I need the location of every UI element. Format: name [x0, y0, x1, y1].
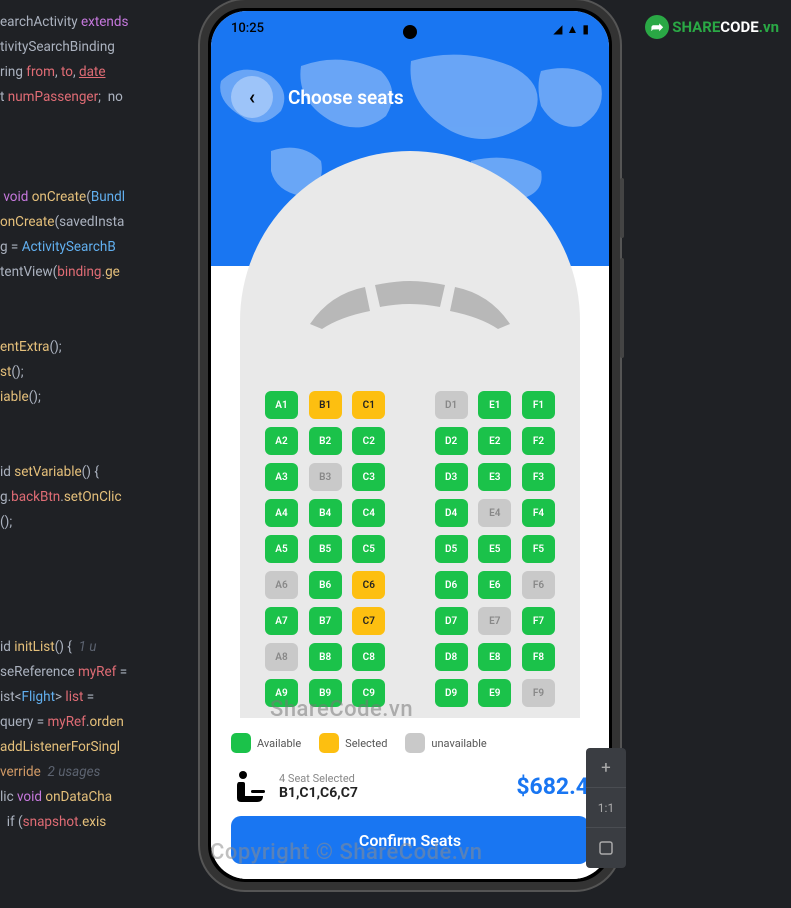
seat-row: A3 B3 C3 D3 E3 F3	[265, 463, 555, 491]
seat-A7[interactable]: A7	[265, 607, 298, 635]
phone-frame: 10:25 ◢ ▲ ▮ ‹	[200, 0, 620, 890]
seat-F9: F9	[522, 679, 555, 707]
seat-E1[interactable]: E1	[478, 391, 511, 419]
seat-D2[interactable]: D2	[435, 427, 468, 455]
seat-D7[interactable]: D7	[435, 607, 468, 635]
ratio-button[interactable]: 1:1	[586, 788, 626, 828]
seat-F6: F6	[522, 571, 555, 599]
seat-B8[interactable]: B8	[309, 643, 342, 671]
seat-A4[interactable]: A4	[265, 499, 298, 527]
legend-swatch-available	[231, 733, 251, 753]
signal-icon: ◢	[553, 22, 562, 36]
battery-icon: ▮	[582, 22, 589, 36]
seat-D6[interactable]: D6	[435, 571, 468, 599]
seat-B4[interactable]: B4	[309, 499, 342, 527]
seat-F2[interactable]: F2	[522, 427, 555, 455]
fit-button[interactable]	[586, 828, 626, 868]
status-time: 10:25	[231, 21, 264, 36]
seat-A3[interactable]: A3	[265, 463, 298, 491]
seat-row: A4 B4 C4 D4 E4 F4	[265, 499, 555, 527]
seat-E3[interactable]: E3	[478, 463, 511, 491]
page-title: Choose seats	[288, 86, 404, 109]
passenger-icon	[231, 768, 267, 804]
seat-E9[interactable]: E9	[478, 679, 511, 707]
seat-row: A8 B8 C8 D8 E8 F8	[265, 643, 555, 671]
camera-cutout	[403, 25, 417, 39]
seat-row: A5 B5 C5 D5 E5 F5	[265, 535, 555, 563]
seat-A5[interactable]: A5	[265, 535, 298, 563]
seat-C4[interactable]: C4	[352, 499, 385, 527]
seat-A6: A6	[265, 571, 298, 599]
seat-E5[interactable]: E5	[478, 535, 511, 563]
seat-F4[interactable]: F4	[522, 499, 555, 527]
seat-E6[interactable]: E6	[478, 571, 511, 599]
seat-C5[interactable]: C5	[352, 535, 385, 563]
seat-D3[interactable]: D3	[435, 463, 468, 491]
sharecode-logo: ➦ SHARECODE.vn	[645, 15, 779, 39]
seat-row: A6 B6 C6 D6 E6 F6	[265, 571, 555, 599]
code-editor-bg: earchActivity extends tivitySearchBindin…	[0, 0, 200, 908]
seat-E8[interactable]: E8	[478, 643, 511, 671]
selected-count: 4 Seat Selected	[279, 772, 358, 785]
legend-swatch-unavailable	[405, 733, 425, 753]
seat-F3[interactable]: F3	[522, 463, 555, 491]
seat-B5[interactable]: B5	[309, 535, 342, 563]
price-total: $682.4	[516, 773, 589, 800]
seat-E7: E7	[478, 607, 511, 635]
seat-C3[interactable]: C3	[352, 463, 385, 491]
seat-D8[interactable]: D8	[435, 643, 468, 671]
seat-B3: B3	[309, 463, 342, 491]
watermark-copyright: Copyright © ShareCode.vn	[210, 840, 483, 865]
emulator-tools: + 1:1	[586, 748, 626, 868]
seat-C6[interactable]: C6	[352, 571, 385, 599]
seat-A8: A8	[265, 643, 298, 671]
seat-F8[interactable]: F8	[522, 643, 555, 671]
seat-C7[interactable]: C7	[352, 607, 385, 635]
seat-F7[interactable]: F7	[522, 607, 555, 635]
legend: Available Selected unavailable	[231, 733, 589, 753]
seat-E4: E4	[478, 499, 511, 527]
seat-A1[interactable]: A1	[265, 391, 298, 419]
selected-seats: B1,C1,C6,C7	[279, 785, 358, 801]
seat-C8[interactable]: C8	[352, 643, 385, 671]
seat-row: A1 B1 C1 D1 E1 F1	[265, 391, 555, 419]
back-button[interactable]: ‹	[231, 76, 273, 118]
share-arrow-icon: ➦	[645, 15, 669, 39]
seat-C2[interactable]: C2	[352, 427, 385, 455]
cockpit-icon	[290, 269, 530, 339]
zoom-in-button[interactable]: +	[586, 748, 626, 788]
seat-A2[interactable]: A2	[265, 427, 298, 455]
plane-area: A1 B1 C1 D1 E1 F1 A2 B2 C2 D2 E2 F2 A3 B3 C3 D3 E3 F3 A4 B4…	[211, 151, 609, 679]
seat-C1[interactable]: C1	[352, 391, 385, 419]
wifi-icon: ▲	[567, 22, 579, 36]
status-icons: ◢ ▲ ▮	[553, 22, 589, 36]
seat-B1[interactable]: B1	[309, 391, 342, 419]
seat-F5[interactable]: F5	[522, 535, 555, 563]
seat-B2[interactable]: B2	[309, 427, 342, 455]
seat-row: A2 B2 C2 D2 E2 F2	[265, 427, 555, 455]
seat-D9[interactable]: D9	[435, 679, 468, 707]
seat-row: A7 B7 C7 D7 E7 F7	[265, 607, 555, 635]
seats-grid: A1 B1 C1 D1 E1 F1 A2 B2 C2 D2 E2 F2 A3 B3 C3 D3 E3 F3 A4 B4…	[265, 391, 555, 707]
seat-D5[interactable]: D5	[435, 535, 468, 563]
seat-B7[interactable]: B7	[309, 607, 342, 635]
legend-swatch-selected	[319, 733, 339, 753]
seat-E2[interactable]: E2	[478, 427, 511, 455]
watermark: ShareCode.vn	[270, 697, 413, 722]
chevron-left-icon: ‹	[249, 85, 255, 109]
seat-B6[interactable]: B6	[309, 571, 342, 599]
seat-D4[interactable]: D4	[435, 499, 468, 527]
seat-F1[interactable]: F1	[522, 391, 555, 419]
seat-D1: D1	[435, 391, 468, 419]
